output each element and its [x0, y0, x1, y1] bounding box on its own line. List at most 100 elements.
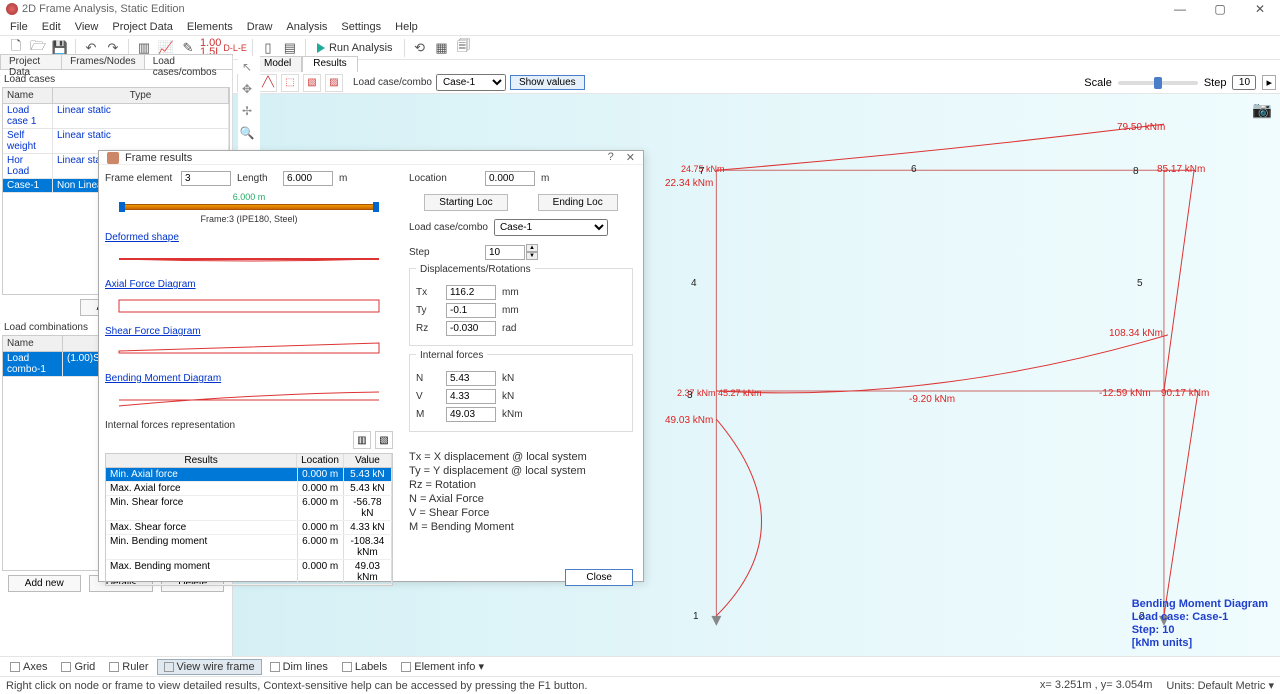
show-values-button[interactable]: Show values [510, 75, 585, 90]
toggle-labels[interactable]: Labels [336, 660, 393, 674]
length-input[interactable] [283, 171, 333, 186]
ctb-5[interactable]: ▨ [325, 74, 343, 92]
combo-add-new-button[interactable]: Add new [8, 575, 81, 592]
menu-edit[interactable]: Edit [42, 21, 61, 33]
move-icon[interactable]: ✢ [238, 102, 256, 120]
node-label: 3 [687, 390, 693, 401]
modal-close-icon[interactable]: ✕ [626, 151, 635, 164]
app-title: 2D Frame Analysis, Static Edition [22, 3, 185, 15]
tab-frames-nodes[interactable]: Frames/Nodes [61, 54, 145, 69]
view-toggle-bar: AxesGridRulerView wire frameDim linesLab… [0, 656, 1280, 676]
scale-label: Scale [1084, 77, 1112, 89]
zoom-icon[interactable]: 🔍 [238, 124, 256, 142]
shear-diagram-link[interactable]: Shear Force Diagram [105, 326, 393, 337]
tool-f-icon[interactable]: ⟲ [410, 38, 430, 58]
step-down[interactable]: ▼ [526, 252, 538, 260]
results-row[interactable]: Max. Axial force0.000 m5.43 kN [106, 482, 392, 496]
canvas-tab-results[interactable]: Results [302, 56, 357, 72]
canvas-toolbar: ↕ ╱╲ ⬚ ▧ ▨ Load case/combo Case-1 Show v… [233, 72, 1280, 94]
modal-title: Frame results [125, 152, 192, 164]
frame-element-input[interactable] [181, 171, 231, 186]
n-value [446, 371, 496, 386]
chart-tool-1-icon[interactable]: ▥ [353, 431, 371, 449]
ctb-2[interactable]: ╱╲ [259, 74, 277, 92]
modal-step-input[interactable] [485, 245, 525, 260]
menu-settings[interactable]: Settings [341, 21, 381, 33]
tab-load-cases[interactable]: Load cases/combos [144, 54, 233, 69]
menu-view[interactable]: View [75, 21, 99, 33]
status-bar: Right click on node or frame to view det… [0, 676, 1280, 694]
canvas-tab-model[interactable]: Model [253, 56, 302, 72]
run-analysis-button[interactable]: Run Analysis [311, 42, 399, 54]
menu-analysis[interactable]: Analysis [286, 21, 327, 33]
side-tabs: Project Data Frames/Nodes Load cases/com… [0, 54, 232, 70]
modal-lc-label: Load case/combo [409, 222, 488, 233]
play-icon [317, 43, 325, 53]
status-units[interactable]: Units: Default Metric ▾ [1166, 679, 1274, 692]
tab-project-data[interactable]: Project Data [0, 54, 62, 69]
step-canvas-label: Step [1204, 77, 1227, 89]
moment-label: 49.03 kNm [665, 415, 713, 426]
modal-help-icon[interactable]: ? [608, 151, 614, 164]
run-analysis-label: Run Analysis [329, 42, 393, 54]
menu-file[interactable]: File [10, 21, 28, 33]
pan-icon[interactable]: ✥ [238, 80, 256, 98]
ending-loc-button[interactable]: Ending Loc [538, 194, 618, 211]
v-value [446, 389, 496, 404]
results-row[interactable]: Min. Shear force6.000 m-56.78 kN [106, 496, 392, 521]
menu-draw[interactable]: Draw [247, 21, 273, 33]
results-row[interactable]: Max. Shear force0.000 m4.33 kN [106, 521, 392, 535]
close-window-button[interactable]: ✕ [1240, 0, 1280, 18]
axial-diagram-link[interactable]: Axial Force Diagram [105, 279, 393, 290]
toggle-view-wire-frame[interactable]: View wire frame [157, 659, 262, 675]
pointer-icon[interactable]: ↖ [238, 58, 256, 76]
toggle-ruler[interactable]: Ruler [103, 660, 154, 674]
load-cases-title: Load cases [0, 72, 232, 87]
ctb-3[interactable]: ⬚ [281, 74, 299, 92]
step-input[interactable] [1232, 75, 1256, 90]
node-label: 6 [911, 164, 917, 175]
grid-tool-icon[interactable]: ▦ [432, 38, 452, 58]
step-apply-icon[interactable]: ▸ [1262, 75, 1276, 90]
results-row[interactable]: Min. Bending moment6.000 m-108.34 kNm [106, 535, 392, 560]
tool-e-icon[interactable]: ▤ [280, 38, 300, 58]
maximize-button[interactable]: ▢ [1200, 0, 1240, 18]
toggle-element-info-▾[interactable]: Element info ▾ [395, 659, 490, 674]
close-button[interactable]: Close [565, 569, 633, 586]
step-up[interactable]: ▲ [526, 244, 538, 252]
load-case-row[interactable]: Load case 1Linear static [3, 104, 229, 129]
tool-g-icon[interactable]: 🗐 [454, 38, 474, 58]
starting-loc-button[interactable]: Starting Loc [424, 194, 507, 211]
title-bar: 2D Frame Analysis, Static Edition ― ▢ ✕ [0, 0, 1280, 18]
ty-value [446, 303, 496, 318]
moment-label: 79.50 kNm [1117, 122, 1165, 133]
minimize-button[interactable]: ― [1160, 0, 1200, 18]
modal-icon [107, 152, 119, 164]
results-row[interactable]: Min. Axial force0.000 m5.43 kN [106, 468, 392, 482]
toggle-dim-lines[interactable]: Dim lines [264, 660, 334, 674]
canvas-lc-select[interactable]: Case-1 [436, 74, 506, 91]
status-coords: x= 3.251m , y= 3.054m [1040, 679, 1153, 692]
results-row[interactable]: Max. Bending moment0.000 m49.03 kNm [106, 560, 392, 585]
moment-label: -12.59 kNm [1099, 388, 1151, 399]
toggle-axes[interactable]: Axes [4, 660, 53, 674]
toggle-grid[interactable]: Grid [55, 660, 101, 674]
modal-lc-select[interactable]: Case-1 [494, 219, 608, 236]
frame-results-dialog: Frame results ? ✕ Frame element Length m… [98, 150, 644, 582]
menu-help[interactable]: Help [395, 21, 418, 33]
moment-label: 108.34 kNm [1109, 328, 1163, 339]
moment-diagram-link[interactable]: Bending Moment Diagram [105, 373, 393, 384]
menu-project-data[interactable]: Project Data [112, 21, 173, 33]
deformed-shape-link[interactable]: Deformed shape [105, 232, 393, 243]
scale-slider[interactable] [1118, 81, 1198, 85]
location-input[interactable] [485, 171, 535, 186]
results-table: Results Location Value Min. Axial force0… [105, 453, 393, 586]
chart-tool-2-icon[interactable]: ▧ [375, 431, 393, 449]
node-label: 4 [691, 278, 697, 289]
menu-elements[interactable]: Elements [187, 21, 233, 33]
tool-d-icon[interactable]: ▯ [258, 38, 278, 58]
modal-step-label: Step [409, 247, 479, 258]
notes-block: Tx = X displacement @ local systemTy = Y… [409, 450, 633, 534]
ctb-4[interactable]: ▧ [303, 74, 321, 92]
location-label: Location [409, 173, 479, 184]
